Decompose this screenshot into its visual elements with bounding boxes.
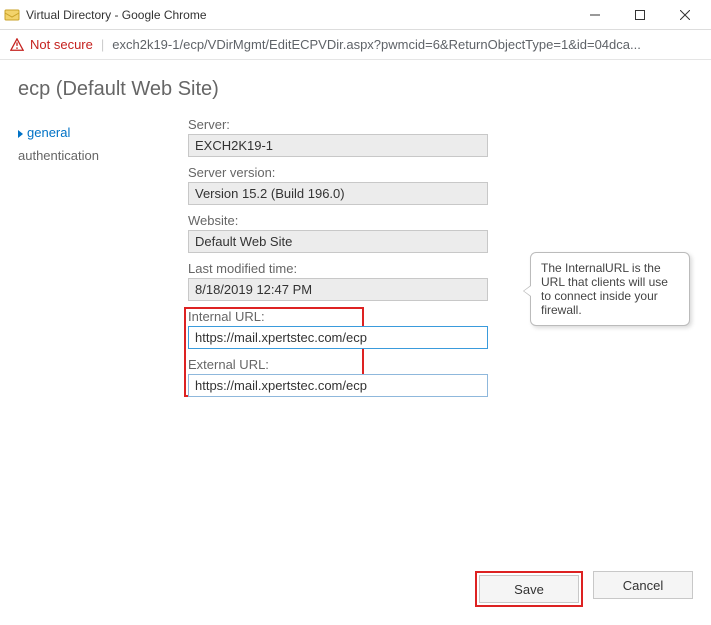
cancel-button[interactable]: Cancel <box>593 571 693 599</box>
version-value: Version 15.2 (Build 196.0) <box>188 182 488 205</box>
server-value: EXCH2K19-1 <box>188 134 488 157</box>
url-text[interactable]: exch2k19-1/ecp/VDirMgmt/EditECPVDir.aspx… <box>112 37 701 52</box>
server-label: Server: <box>188 117 689 132</box>
sidebar-item-authentication[interactable]: authentication <box>18 144 188 167</box>
security-indicator[interactable]: Not secure <box>10 37 93 52</box>
caret-right-icon <box>18 130 23 138</box>
version-label: Server version: <box>188 165 689 180</box>
app-icon <box>4 7 20 23</box>
internal-url-label: Internal URL: <box>188 309 494 324</box>
sidebar-item-label: general <box>27 125 70 140</box>
external-url-label: External URL: <box>188 357 494 372</box>
minimize-button[interactable] <box>572 0 617 30</box>
sidebar-item-label: authentication <box>18 148 99 163</box>
save-highlight-box: Save <box>475 571 583 607</box>
insecure-label: Not secure <box>30 37 93 52</box>
window-titlebar: Virtual Directory - Google Chrome <box>0 0 711 30</box>
divider: | <box>101 37 104 52</box>
close-button[interactable] <box>662 0 707 30</box>
save-button[interactable]: Save <box>479 575 579 603</box>
tooltip-text: The InternalURL is the URL that clients … <box>541 261 668 317</box>
website-value: Default Web Site <box>188 230 488 253</box>
maximize-button[interactable] <box>617 0 662 30</box>
window-controls <box>572 0 707 30</box>
external-url-input[interactable] <box>188 374 488 397</box>
address-bar: Not secure | exch2k19-1/ecp/VDirMgmt/Edi… <box>0 30 711 60</box>
warning-icon <box>10 38 24 52</box>
window-title: Virtual Directory - Google Chrome <box>26 8 572 22</box>
page-heading: ecp (Default Web Site) <box>0 60 711 111</box>
button-row: Save Cancel <box>475 571 693 607</box>
modified-value: 8/18/2019 12:47 PM <box>188 278 488 301</box>
website-label: Website: <box>188 213 689 228</box>
sidebar: general authentication <box>18 111 188 405</box>
tooltip: The InternalURL is the URL that clients … <box>530 252 690 326</box>
internal-url-input[interactable] <box>188 326 488 349</box>
sidebar-item-general[interactable]: general <box>18 121 188 144</box>
